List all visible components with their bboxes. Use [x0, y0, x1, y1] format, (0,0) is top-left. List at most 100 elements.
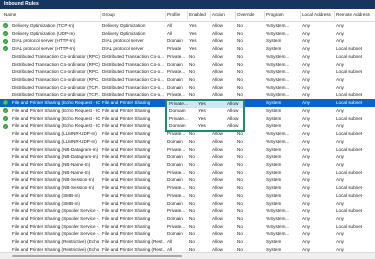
cell-group: Distributed Transaction Co-o... [102, 84, 165, 90]
cell-remote-address: Any [336, 138, 344, 144]
table-row[interactable]: ✓ Delivery Optimization (TCP-In) Delivery … [0, 22, 375, 30]
cell-group: File and Printer Sharing [102, 115, 151, 121]
cell-name: File and Printer Sharing (NB-Session-In) [12, 185, 95, 191]
cell-override: No [237, 161, 243, 167]
cell-name: File and Printer Sharing (Spooler Servic… [12, 223, 100, 229]
column-divider[interactable] [334, 11, 335, 19]
cell-override: No [237, 200, 243, 206]
column-header-action[interactable]: Action [212, 9, 236, 21]
panel-title: Inbound Rules [0, 0, 375, 9]
table-row[interactable]: ✓ DIAL protocol server (HTTP-In) DIAL prot… [0, 37, 375, 45]
table-row[interactable]: File and Printer Sharing (Restrictive) (… [0, 238, 375, 246]
cell-profile: Private... [167, 223, 186, 229]
table-row[interactable]: File and Printer Sharing (NB-Session-In)… [0, 184, 375, 192]
cell-name: Distributed Transaction Co-ordinator (TC… [12, 84, 100, 90]
column-divider[interactable] [100, 11, 101, 19]
table-row[interactable]: File and Printer Sharing (NB-Session-In)… [0, 176, 375, 184]
column-divider[interactable] [235, 11, 236, 19]
table-row[interactable]: Distributed Transaction Co-ordinator (RP… [0, 53, 375, 61]
cell-profile: Domain [167, 154, 183, 160]
column-divider[interactable] [165, 11, 166, 19]
cell-remote-address: Local subnet [336, 69, 363, 75]
table-row[interactable]: File and Printer Sharing (SMB-In) File an… [0, 200, 375, 208]
column-header-group[interactable]: Group [102, 9, 165, 21]
table-row[interactable]: Distributed Transaction Co-ordinator (TC… [0, 84, 375, 92]
rule-enabled-icon: ✓ [3, 115, 8, 121]
table-row[interactable]: File and Printer Sharing (NB-Name-In) Fil… [0, 169, 375, 177]
column-divider[interactable] [187, 11, 188, 19]
cell-remote-address: Local subnet [336, 169, 363, 175]
cell-override: No [237, 30, 243, 36]
cell-action: Allow [212, 77, 223, 83]
table-row[interactable]: ✓ Delivery Optimization (UDP-In) Delivery … [0, 30, 375, 38]
scrollbar-thumb[interactable] [12, 254, 182, 257]
cell-enabled: No [189, 200, 195, 206]
table-row[interactable]: File and Printer Sharing (Spooler Servic… [0, 230, 375, 238]
table-row[interactable]: ✓ DIAL protocol server (HTTP-In) DIAL prot… [0, 45, 375, 53]
table-row[interactable]: File and Printer Sharing (Spooler Servic… [0, 215, 375, 223]
cell-override: No [237, 208, 243, 214]
column-header-override[interactable]: Override [237, 9, 265, 21]
highlight-action: Allow [227, 123, 239, 129]
cell-group: File and Printer Sharing [102, 185, 151, 191]
cell-action: Allow [212, 84, 223, 90]
table-row[interactable]: File and Printer Sharing (NB-Datagram-In… [0, 153, 375, 161]
cell-remote-address: Local subnet [336, 46, 363, 52]
cell-enabled: No [189, 185, 195, 191]
table-row[interactable]: Distributed Transaction Co-ordinator (RP… [0, 61, 375, 69]
cell-local-address: Any [302, 208, 310, 214]
cell-name: File and Printer Sharing (Spooler Servic… [12, 231, 100, 237]
highlight-enabled: Yes [198, 102, 206, 107]
column-header-local-address[interactable]: Local Address [302, 9, 335, 21]
cell-profile: Domain [167, 77, 183, 83]
cell-remote-address: Any [336, 107, 344, 113]
table-row[interactable]: Distributed Transaction Co-ordinator (TC… [0, 91, 375, 99]
cell-name: File and Printer Sharing (Restrictive) (… [12, 239, 100, 245]
cell-enabled: No [189, 146, 195, 152]
table-row[interactable]: File and Printer Sharing (SMB-In) File an… [0, 192, 375, 200]
column-divider[interactable] [264, 11, 265, 19]
column-divider[interactable] [210, 11, 211, 19]
cell-program: %System... [266, 231, 290, 237]
column-header-enabled[interactable]: Enabled [189, 9, 211, 21]
column-header-remote-address[interactable]: Remote Address [336, 9, 375, 21]
table-row[interactable]: Distributed Transaction Co-ordinator (RP… [0, 76, 375, 84]
cell-enabled: No [189, 161, 195, 167]
cell-action: Allow [212, 185, 223, 191]
cell-profile: Domain [167, 200, 183, 206]
table-row[interactable]: Distributed Transaction Co-ordinator (RP… [0, 68, 375, 76]
cell-group: File and Printer Sharing [102, 146, 151, 152]
cell-override: No [237, 185, 243, 191]
column-header-profile[interactable]: Profile [167, 9, 188, 21]
column-divider[interactable] [300, 11, 301, 19]
cell-local-address: Any [302, 77, 310, 83]
cell-enabled: No [189, 192, 195, 198]
cell-program: System [266, 146, 282, 152]
cell-group: Distributed Transaction Co-o... [102, 61, 165, 67]
cell-override: No [237, 23, 243, 28]
cell-group: Distributed Transaction Co-o... [102, 53, 165, 59]
cell-group: File and Printer Sharing [102, 200, 151, 206]
cell-remote-address: Local subnet [336, 185, 363, 191]
cell-profile: Domain [167, 84, 183, 90]
table-row[interactable]: File and Printer Sharing (Spooler Servic… [0, 223, 375, 231]
cell-remote-address: Any [336, 77, 344, 83]
cell-action: Allow [212, 231, 223, 237]
column-header-program[interactable]: Program [266, 9, 301, 21]
column-header: Name Group Profile Enabled Action Override Pro… [0, 9, 375, 22]
column-header-name[interactable]: Name [4, 9, 92, 21]
table-row[interactable]: File and Printer Sharing (NB-Datagram-In… [0, 146, 375, 154]
cell-name: Distributed Transaction Co-ordinator (RP… [12, 69, 100, 75]
cell-name: File and Printer Sharing (Echo Request -… [12, 115, 100, 121]
cell-enabled: Yes [189, 46, 197, 52]
cell-group: File and Printer Sharing [102, 192, 151, 198]
table-row[interactable]: File and Printer Sharing (Spooler Servic… [0, 207, 375, 215]
cell-group: Distributed Transaction Co-o... [102, 69, 165, 75]
highlight-action: Allow [227, 109, 239, 115]
table-row[interactable]: File and Printer Sharing (NB-Name-In) Fil… [0, 161, 375, 169]
cell-profile: Domain [167, 231, 183, 237]
highlight-profile: Private... [169, 116, 188, 122]
cell-local-address: Any [302, 69, 310, 75]
table-row[interactable]: File and Printer Sharing (LLMNR-UDP-In) F… [0, 138, 375, 146]
cell-local-address: Any [302, 61, 310, 67]
